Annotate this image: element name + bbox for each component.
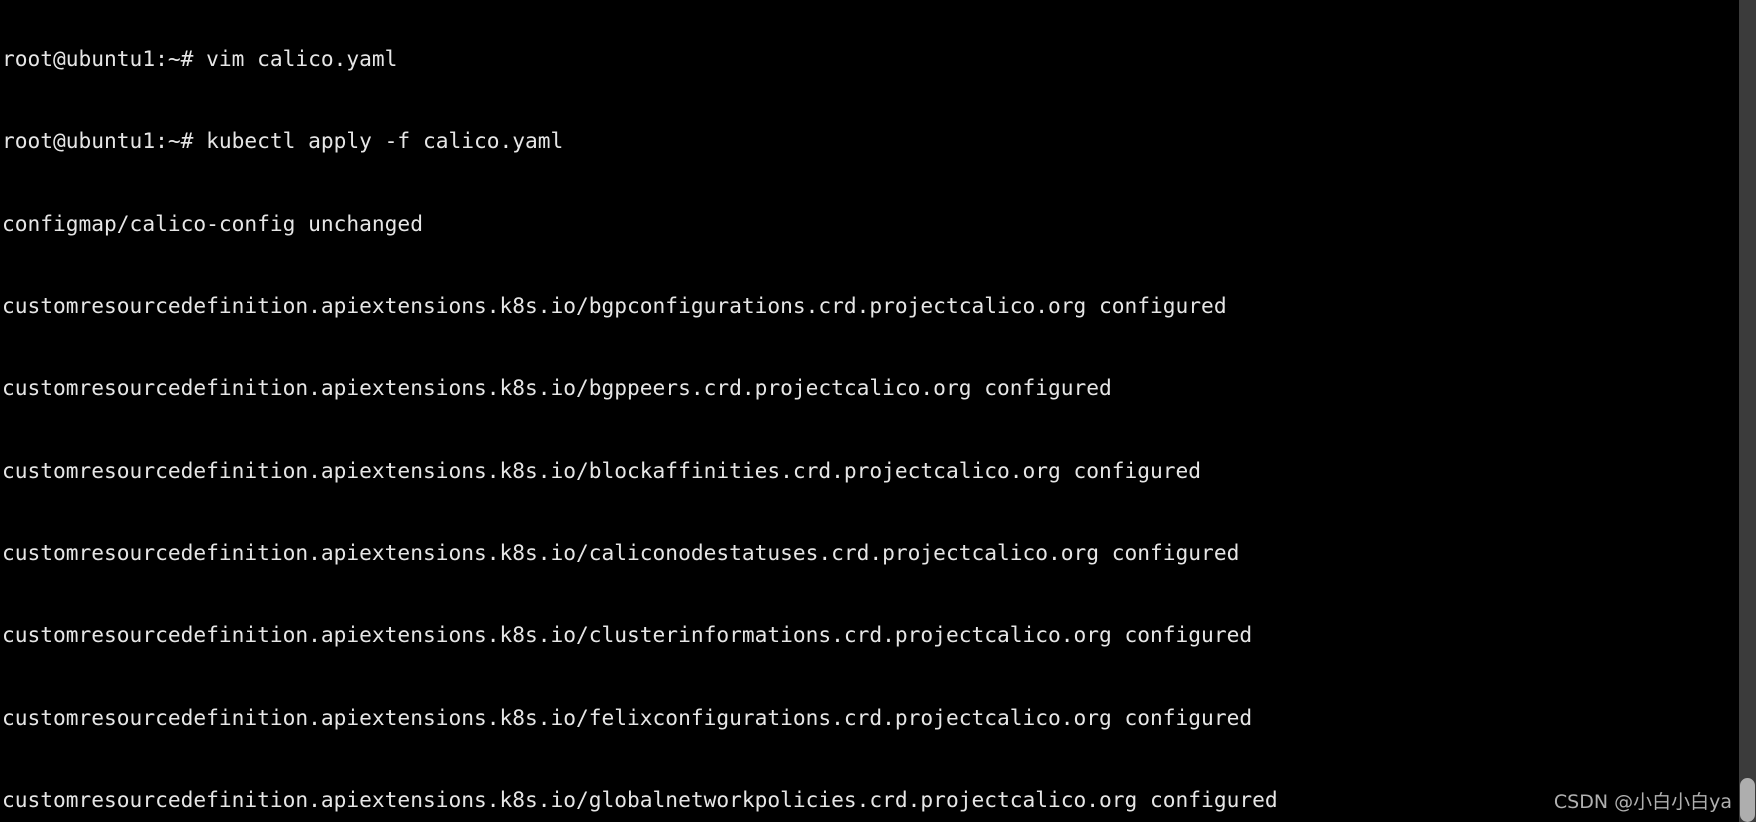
terminal-line: customresourcedefinition.apiextensions.k… <box>2 292 1227 318</box>
terminal-output-area[interactable]: root@ubuntu1:~# vim calico.yaml root@ubu… <box>0 0 1742 822</box>
terminal-window[interactable]: root@ubuntu1:~# vim calico.yaml root@ubu… <box>0 0 1756 822</box>
terminal-line: root@ubuntu1:~# kubectl apply -f calico.… <box>2 128 564 154</box>
vertical-scrollbar-track[interactable] <box>1739 0 1756 822</box>
terminal-line: customresourcedefinition.apiextensions.k… <box>2 457 1202 483</box>
terminal-line: configmap/calico-config unchanged <box>2 210 423 236</box>
terminal-line: customresourcedefinition.apiextensions.k… <box>2 539 1240 565</box>
vertical-scrollbar-thumb[interactable] <box>1740 778 1755 822</box>
terminal-line: root@ubuntu1:~# vim calico.yaml <box>2 45 398 71</box>
terminal-line: customresourcedefinition.apiextensions.k… <box>2 787 1278 812</box>
terminal-line: customresourcedefinition.apiextensions.k… <box>2 622 1253 648</box>
terminal-line: customresourcedefinition.apiextensions.k… <box>2 704 1253 730</box>
terminal-line: customresourcedefinition.apiextensions.k… <box>2 375 1112 401</box>
watermark-label: CSDN @小白小白ya <box>1553 791 1732 813</box>
